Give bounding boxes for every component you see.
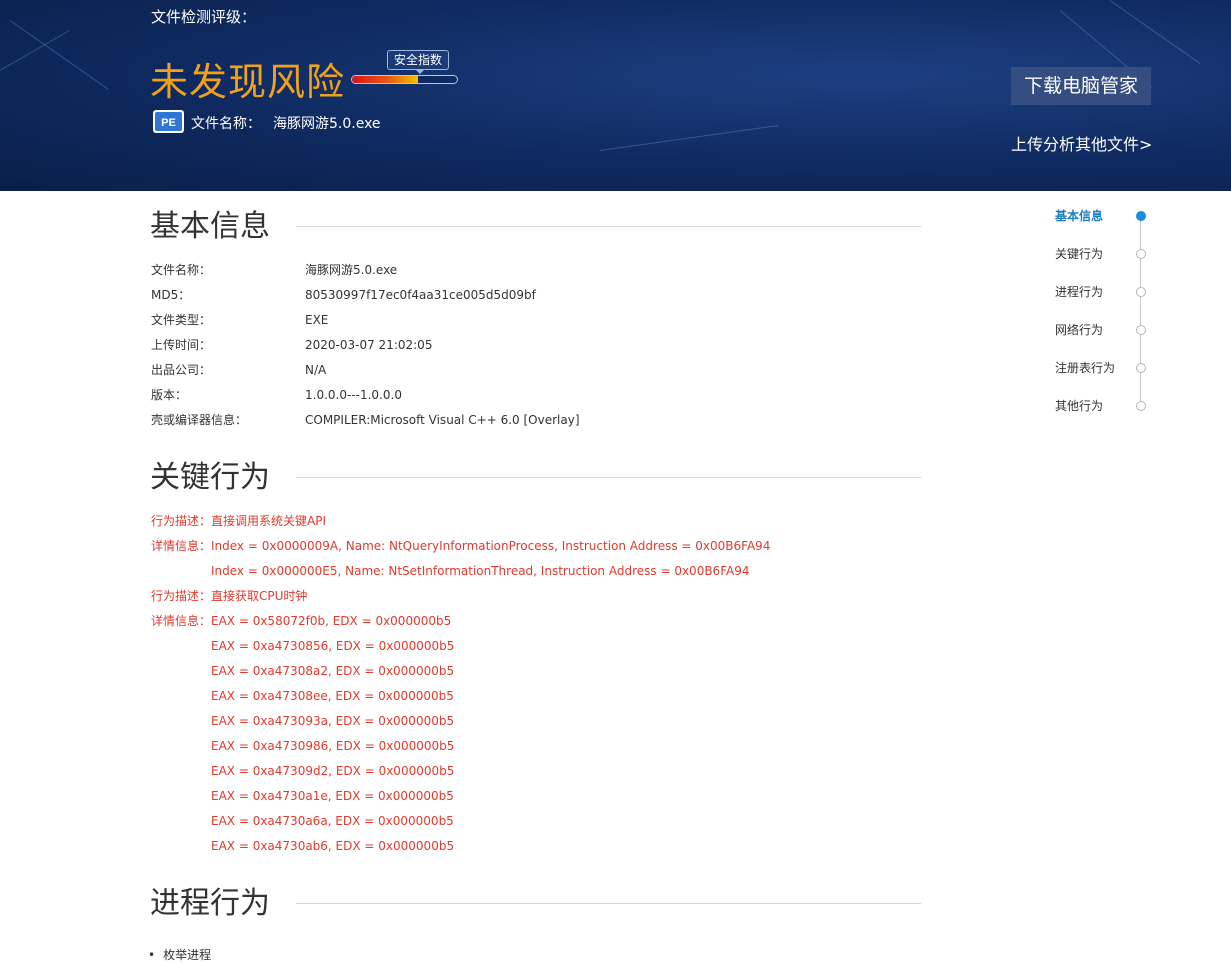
basic-info-value: 海豚网游5.0.exe (305, 263, 398, 277)
security-index-meter (351, 75, 458, 84)
nav-dot-network-behavior[interactable] (1136, 325, 1146, 335)
section-divider (296, 226, 921, 227)
behavior-detail-line: EAX = 0xa4730ab6, EDX = 0x000000b5 (211, 839, 455, 853)
behavior-detail-line: EAX = 0xa4730856, EDX = 0x000000b5 (211, 639, 455, 653)
basic-info-value: 1.0.0.0---1.0.0.0 (305, 388, 402, 402)
upload-other-file-link[interactable]: 上传分析其他文件> (1011, 131, 1152, 155)
basic-info-value: 80530997f17ec0f4aa31ce005d5d09bf (305, 288, 536, 302)
file-name-label: 文件名称： (191, 116, 261, 132)
section-title-key-behavior: 关键行为 (150, 460, 270, 495)
behavior-desc-value: 直接获取CPU时钟 (211, 589, 308, 603)
section-divider (296, 903, 921, 904)
nav-dot-other-behavior[interactable] (1136, 401, 1146, 411)
section-title-process-behavior: 进程行为 (150, 886, 270, 921)
nav-dot-basic-info[interactable] (1136, 211, 1146, 221)
basic-info-value: N/A (305, 363, 327, 377)
banner-decoration (599, 124, 779, 151)
behavior-detail-label: 详情信息： (151, 614, 212, 628)
nav-dot-process-behavior[interactable] (1136, 287, 1146, 297)
behavior-desc-label: 行为描述：直接获取CPU时钟 (151, 589, 308, 603)
banner-decoration (1109, 0, 1201, 65)
behavior-desc-value: 直接调用系统关键API (211, 514, 327, 528)
behavior-detail-line: EAX = 0xa4730986, EDX = 0x000000b5 (211, 739, 455, 753)
behavior-detail-line: EAX = 0xa47308a2, EDX = 0x000000b5 (211, 664, 455, 678)
nav-item-key-behavior[interactable]: 关键行为 (1055, 246, 1103, 262)
basic-info-label: 文件名称： (151, 263, 212, 277)
basic-info-value: EXE (305, 313, 329, 327)
section-title-basic-info: 基本信息 (150, 209, 270, 244)
file-name-value: 海豚网游5.0.exe (273, 116, 381, 132)
nav-item-registry-behavior[interactable]: 注册表行为 (1055, 360, 1115, 376)
behavior-detail-line: EAX = 0x58072f0b, EDX = 0x000000b5 (211, 614, 452, 628)
behavior-detail-line: Index = 0x0000009A, Name: NtQueryInforma… (211, 539, 771, 553)
behavior-desc-label: 行为描述：直接调用系统关键API (151, 514, 327, 528)
basic-info-label: 壳或编译器信息： (151, 413, 248, 427)
header-banner: 文件检测评级： 未发现风险 安全指数 PE 文件名称： 海豚网游5.0.exe 下… (0, 0, 1231, 191)
basic-info-value: 2020-03-07 21:02:05 (305, 338, 433, 352)
pe-file-icon: PE (153, 110, 184, 133)
svg-text:PE: PE (161, 117, 176, 129)
behavior-detail-line: Index = 0x000000E5, Name: NtSetInformati… (211, 564, 750, 578)
process-list-item: 枚举进程 (148, 946, 211, 963)
nav-item-process-behavior[interactable]: 进程行为 (1055, 284, 1103, 300)
basic-info-label: MD5： (151, 288, 191, 302)
behavior-detail-line: EAX = 0xa4730a6a, EDX = 0x000000b5 (211, 814, 454, 828)
banner-decoration (0, 30, 70, 71)
file-name-row: 文件名称： 海豚网游5.0.exe (191, 113, 381, 133)
security-index-fill (352, 76, 419, 83)
behavior-detail-line: EAX = 0xa47309d2, EDX = 0x000000b5 (211, 764, 455, 778)
behavior-detail-line: EAX = 0xa47308ee, EDX = 0x000000b5 (211, 689, 454, 703)
security-index-tag: 安全指数 (387, 50, 450, 74)
basic-info-value: COMPILER:Microsoft Visual C++ 6.0 [Overl… (305, 413, 580, 427)
download-pc-manager-button[interactable]: 下载电脑管家 (1011, 67, 1151, 105)
side-nav-track (1140, 216, 1141, 406)
nav-dot-registry-behavior[interactable] (1136, 363, 1146, 373)
behavior-detail-line: EAX = 0xa4730a1e, EDX = 0x000000b5 (211, 789, 454, 803)
verdict-text: 未发现风险 (150, 60, 346, 104)
nav-item-network-behavior[interactable]: 网络行为 (1055, 322, 1103, 338)
basic-info-label: 文件类型： (151, 313, 212, 327)
basic-info-label: 上传时间： (151, 338, 212, 352)
nav-dot-key-behavior[interactable] (1136, 249, 1146, 259)
behavior-detail-line: EAX = 0xa473093a, EDX = 0x000000b5 (211, 714, 455, 728)
section-divider (296, 477, 921, 478)
basic-info-label: 出品公司： (151, 363, 212, 377)
basic-info-label: 版本： (151, 388, 188, 402)
behavior-detail-label: 详情信息： (151, 539, 212, 553)
nav-item-other-behavior[interactable]: 其他行为 (1055, 398, 1103, 414)
rating-label: 文件检测评级： (151, 8, 257, 26)
nav-item-basic-info[interactable]: 基本信息 (1055, 208, 1103, 224)
